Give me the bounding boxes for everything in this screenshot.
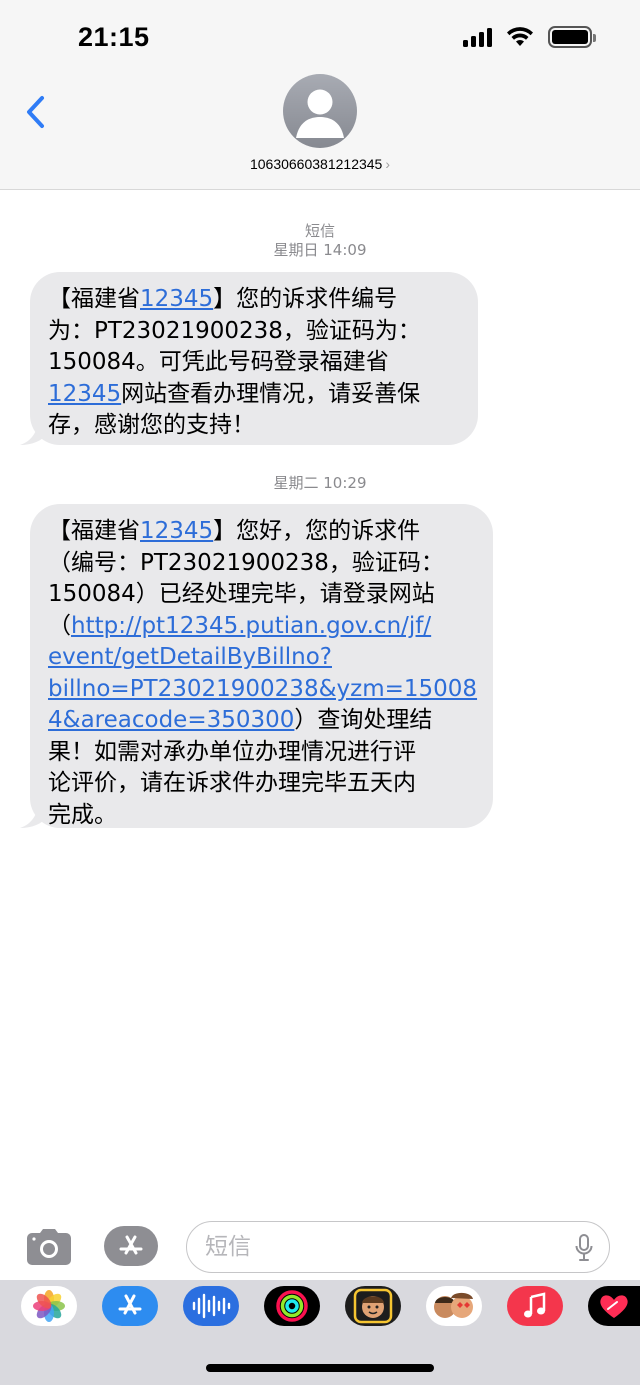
text: 网站查看办理情况，请妥善保 <box>121 380 421 407</box>
person-icon <box>296 89 344 138</box>
activity-rings-icon <box>276 1290 308 1322</box>
contact-name[interactable]: 10630660381212345 › <box>0 156 640 172</box>
text-line: 完成。 <box>48 801 117 828</box>
link-url[interactable]: event/getDetailByBillno? <box>48 644 332 670</box>
memoji-face-icon <box>353 1288 393 1324</box>
battery-icon <box>548 26 596 48</box>
link-12345[interactable]: 12345 <box>48 381 121 407</box>
text-line: 150084。可凭此号码登录福建省 <box>48 349 389 375</box>
heart-icon <box>600 1295 628 1318</box>
home-indicator[interactable] <box>206 1364 434 1372</box>
text-line: 果！如需对承办单位办理情况进行评 <box>48 738 416 765</box>
cellular-signal-icon <box>463 27 492 47</box>
memoji-stickers-icon[interactable] <box>426 1286 482 1326</box>
text: ）查询处理结 <box>294 707 433 733</box>
status-time: 21:15 <box>78 22 150 52</box>
photos-icon[interactable] <box>21 1286 77 1326</box>
chevron-left-icon[interactable] <box>22 92 52 132</box>
timestamp: 星期二 10:29 <box>273 474 367 492</box>
timestamp: 星期日 14:09 <box>273 241 367 259</box>
camera-icon[interactable] <box>26 1229 72 1265</box>
status-icons <box>463 26 596 48</box>
text-line: 论评价，请在诉求件办理完毕五天内 <box>48 770 416 796</box>
chevron-right-icon: › <box>385 156 391 172</box>
audio-message-icon[interactable] <box>183 1286 239 1326</box>
app-store-icon <box>119 1235 143 1255</box>
message-input-container[interactable] <box>186 1221 610 1273</box>
music-note-icon <box>524 1292 546 1318</box>
link-12345[interactable]: 12345 <box>140 518 213 544</box>
text-line: （编号：PT23021900238，验证码： <box>48 549 444 576</box>
text: 【福建省 <box>48 518 140 544</box>
contact-avatar[interactable] <box>283 74 357 148</box>
link-url[interactable]: http://pt12345.putian.gov.cn/jf/ <box>71 613 431 639</box>
text: 】您好，您的诉求件 <box>213 518 421 544</box>
service-label: 短信 <box>304 222 335 240</box>
contact-number[interactable]: 10630660381212345 <box>250 156 382 172</box>
waveform-icon <box>192 1293 231 1319</box>
text-line: 为：PT23021900238，验证码为： <box>48 317 421 344</box>
text: （ <box>48 612 71 639</box>
text: 】您的诉求件编号 <box>213 286 398 312</box>
text-line: 150084）已经处理完毕，请登录网站 <box>48 581 435 607</box>
app-store-button[interactable] <box>104 1226 158 1266</box>
app-store-icon[interactable] <box>102 1286 158 1326</box>
microphone-icon[interactable] <box>575 1234 593 1262</box>
photos-icon <box>33 1290 65 1322</box>
link-12345[interactable]: 12345 <box>140 286 213 312</box>
app-store-glyph <box>118 1294 142 1315</box>
link-url[interactable]: 4&areacode=350300 <box>48 707 294 733</box>
music-icon[interactable] <box>507 1286 563 1326</box>
text: 【福建省 <box>48 286 140 312</box>
activity-icon[interactable] <box>264 1286 320 1326</box>
memoji-stickers-glyph <box>434 1292 473 1318</box>
text-line: 存，感谢您的支持！ <box>48 412 255 438</box>
message-bubble[interactable]: 【福建省12345】您的诉求件编号 为：PT23021900238，验证码为： … <box>30 272 478 445</box>
message-bubble[interactable]: 【福建省12345】您好，您的诉求件 （编号：PT23021900238，验证码… <box>30 504 493 828</box>
link-url[interactable]: billno=PT23021900238&yzm=15008 <box>48 676 477 702</box>
memoji-icon[interactable] <box>345 1286 401 1326</box>
digital-touch-icon[interactable] <box>588 1286 640 1326</box>
message-input[interactable] <box>205 1232 565 1262</box>
nav-header: 21:15 10630660381212345 › <box>0 0 640 190</box>
wifi-icon <box>507 27 533 46</box>
